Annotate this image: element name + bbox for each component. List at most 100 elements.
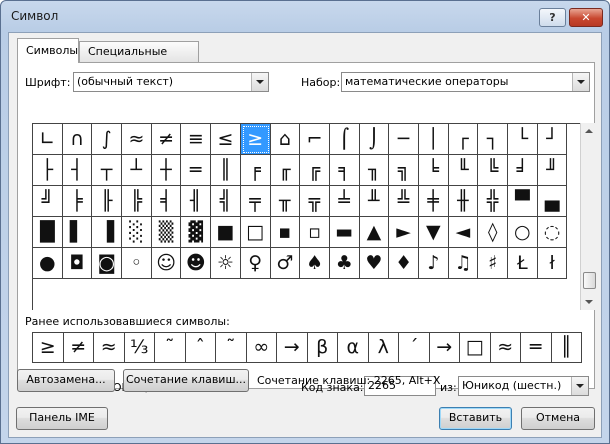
symbol-cell[interactable]: ◘: [62, 248, 93, 279]
recent-symbol-cell[interactable]: ˜: [216, 333, 247, 362]
symbol-cell[interactable]: ▄: [537, 186, 568, 217]
symbol-cell[interactable]: ═: [181, 155, 212, 186]
symbol-cell[interactable]: ▼: [418, 217, 449, 248]
symbol-cell[interactable]: ╠: [122, 186, 152, 217]
symbol-cell[interactable]: ─: [389, 124, 419, 155]
symbol-cell[interactable]: ╙: [448, 155, 479, 186]
symbol-cell[interactable]: ≠: [151, 124, 182, 155]
recent-symbol-cell[interactable]: →: [430, 333, 460, 362]
symbol-cell[interactable]: ł: [537, 248, 568, 279]
cancel-button[interactable]: Отмена: [521, 407, 595, 430]
symbol-cell[interactable]: ♪: [418, 248, 449, 279]
recent-symbol-cell[interactable]: □: [460, 333, 491, 362]
symbol-cell[interactable]: ┘: [537, 124, 568, 155]
symbol-cell[interactable]: ▪: [270, 217, 301, 248]
chevron-down-icon[interactable]: [251, 73, 268, 91]
scroll-up-icon[interactable]: [585, 129, 593, 133]
symbol-cell[interactable]: ∩: [62, 124, 93, 155]
recent-symbol-cell[interactable]: ≈: [491, 333, 521, 362]
symbol-cell[interactable]: ╟: [92, 186, 123, 217]
recent-symbol-cell[interactable]: ≥: [33, 333, 64, 362]
recent-symbol-cell[interactable]: β: [308, 333, 338, 362]
symbol-cell[interactable]: ◄: [448, 217, 479, 248]
help-button[interactable]: ?: [539, 8, 566, 27]
symbol-cell[interactable]: ≈: [122, 124, 152, 155]
symbol-cell[interactable]: │: [418, 124, 449, 155]
symbol-cell[interactable]: ◊: [478, 217, 508, 248]
symbol-cell[interactable]: ╕: [329, 155, 360, 186]
symbol-cell[interactable]: ╨: [359, 186, 390, 217]
recent-symbol-cell[interactable]: →: [277, 333, 308, 362]
symbol-cell[interactable]: ≤: [211, 124, 241, 155]
symbol-cell[interactable]: █: [33, 217, 63, 248]
symbol-cell[interactable]: ⌐: [300, 124, 330, 155]
recent-symbol-cell[interactable]: ≠: [64, 333, 94, 362]
encoding-select[interactable]: Юникод (шестн.): [458, 376, 589, 396]
symbol-cell[interactable]: ♫: [448, 248, 479, 279]
symbol-cell[interactable]: ┤: [62, 155, 93, 186]
symbol-cell[interactable]: ☺: [151, 248, 182, 279]
recent-symbol-cell[interactable]: ˆ: [186, 333, 216, 362]
symbol-cell[interactable]: ●: [33, 248, 63, 279]
symbol-cell[interactable]: ║: [211, 155, 241, 186]
symbol-cell[interactable]: ╔: [300, 155, 330, 186]
symbol-cell[interactable]: ╘: [418, 155, 449, 186]
symbol-cell[interactable]: ╓: [270, 155, 301, 186]
symbol-cell[interactable]: ╤: [240, 186, 271, 217]
close-button[interactable]: ✕: [569, 8, 603, 27]
symbol-cell[interactable]: ▲: [359, 217, 390, 248]
recent-symbol-cell[interactable]: ∞: [247, 333, 277, 362]
symbol-cell[interactable]: ♥: [359, 248, 390, 279]
symbol-cell[interactable]: └: [508, 124, 538, 155]
symbol-cell[interactable]: ╖: [359, 155, 390, 186]
recent-symbol-cell[interactable]: ⅓: [125, 333, 155, 362]
symbol-cell[interactable]: ╝: [33, 186, 63, 217]
symbol-cell[interactable]: ▐: [92, 217, 123, 248]
symbol-cell[interactable]: ⌠: [329, 124, 360, 155]
symbol-cell[interactable]: ╗: [389, 155, 419, 186]
symbol-cell[interactable]: ╪: [418, 186, 449, 217]
chevron-down-icon[interactable]: [572, 73, 589, 91]
symbol-cell[interactable]: ≥: [240, 124, 271, 155]
insert-button[interactable]: Вставить: [439, 407, 512, 430]
symbol-cell[interactable]: ☼: [211, 248, 241, 279]
symbol-cell[interactable]: ♀: [240, 248, 271, 279]
scrollbar-thumb[interactable]: [583, 272, 596, 289]
symbol-grid-scrollbar[interactable]: [580, 123, 597, 310]
title-bar[interactable]: Символ ? ✕: [1, 1, 609, 33]
recent-symbol-cell[interactable]: α: [338, 333, 369, 362]
chevron-down-icon[interactable]: [571, 377, 588, 395]
recent-symbol-cell[interactable]: ║: [552, 333, 582, 362]
symbol-cell[interactable]: ▓: [181, 217, 212, 248]
symbol-cell[interactable]: ▬: [329, 217, 360, 248]
symbol-cell[interactable]: ∫: [92, 124, 123, 155]
shortcut-key-button[interactable]: Сочетание клавиш...: [123, 369, 249, 392]
recent-symbol-cell[interactable]: ´: [399, 333, 430, 362]
autocorrect-button[interactable]: Автозамена...: [17, 369, 115, 392]
symbol-cell[interactable]: ╜: [537, 155, 568, 186]
symbol-cell[interactable]: ┌: [448, 124, 479, 155]
symbol-cell[interactable]: ░: [122, 217, 152, 248]
symbol-cell[interactable]: ┼: [151, 155, 182, 186]
symbol-cell[interactable]: ☻: [181, 248, 212, 279]
symbol-cell[interactable]: ▀: [508, 186, 538, 217]
symbol-cell[interactable]: ⌂: [270, 124, 301, 155]
symbol-cell[interactable]: ┬: [92, 155, 123, 186]
symbol-cell[interactable]: ≡: [181, 124, 212, 155]
symbol-cell[interactable]: ⌡: [359, 124, 390, 155]
symbol-cell[interactable]: ○: [508, 217, 538, 248]
symbol-cell[interactable]: ╒: [240, 155, 271, 186]
symbol-cell[interactable]: ╧: [329, 186, 360, 217]
symbol-cell[interactable]: ◦: [122, 248, 152, 279]
symbol-cell[interactable]: ♯: [478, 248, 508, 279]
symbol-cell[interactable]: ╚: [478, 155, 508, 186]
symbol-cell[interactable]: Ł: [508, 248, 538, 279]
symbol-cell[interactable]: ├: [33, 155, 63, 186]
scroll-down-icon[interactable]: [585, 300, 593, 304]
symbol-cell[interactable]: ┐: [478, 124, 508, 155]
recent-symbol-cell[interactable]: ≈: [94, 333, 125, 362]
symbol-cell[interactable]: ∟: [33, 124, 63, 155]
recent-symbol-cell[interactable]: ˜: [155, 333, 186, 362]
symbol-cell[interactable]: □: [240, 217, 271, 248]
symbol-cell[interactable]: ▌: [62, 217, 93, 248]
